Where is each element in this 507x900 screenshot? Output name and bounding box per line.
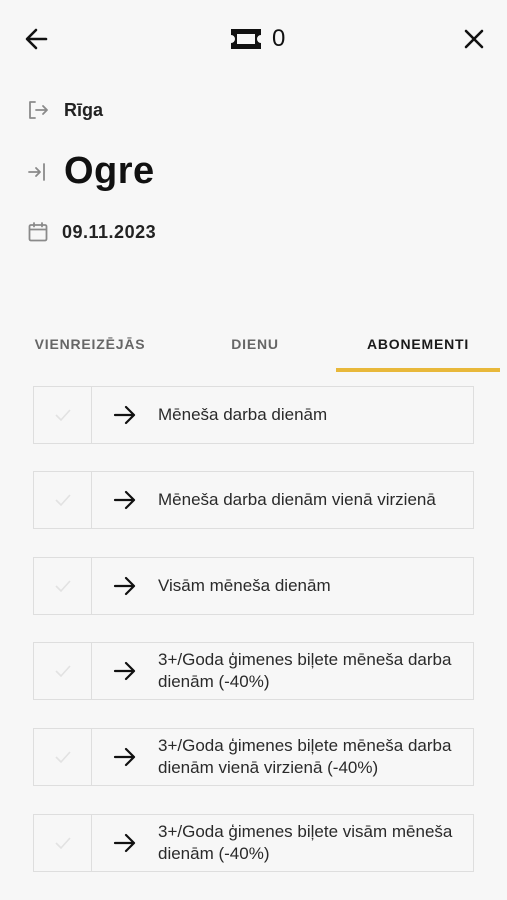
check-icon xyxy=(54,580,71,593)
arrow-right-icon xyxy=(113,661,136,681)
checkbox[interactable] xyxy=(34,815,92,871)
tab-day[interactable]: DIENU xyxy=(185,318,325,370)
arrow-right-icon xyxy=(113,833,136,853)
tab-single[interactable]: VIENREIZĒJĀS xyxy=(20,318,160,370)
ticket-type-tabs: VIENREIZĒJĀS DIENU ABONEMENTI xyxy=(0,318,507,374)
tab-subscriptions[interactable]: ABONEMENTI xyxy=(336,318,500,370)
list-item[interactable]: 3+/Goda ģimenes biļete visām mēneša dien… xyxy=(33,814,474,872)
arrival-icon xyxy=(26,160,50,184)
ticket-counter[interactable]: 0 xyxy=(228,24,285,54)
date-row: 09.11.2023 xyxy=(26,220,156,244)
ticket-icon xyxy=(231,29,261,49)
ticket-label: Mēneša darba dienām xyxy=(158,405,328,424)
ticket-label: 3+/Goda ģimenes biļete mēneša darba dien… xyxy=(158,736,452,777)
checkbox[interactable] xyxy=(34,387,92,443)
direction-arrow xyxy=(92,387,158,443)
arrow-right-icon xyxy=(113,747,136,767)
ticket-count: 0 xyxy=(272,25,286,52)
top-bar: 0 xyxy=(0,0,507,80)
close-button[interactable] xyxy=(459,24,489,54)
arrow-left-icon xyxy=(25,28,48,50)
check-icon xyxy=(54,837,71,850)
list-item[interactable]: Mēneša darba dienām xyxy=(33,386,474,444)
arrival-row: Ogre xyxy=(26,150,155,193)
direction-arrow xyxy=(92,815,158,871)
list-item[interactable]: Mēneša darba dienām vienā virzienā xyxy=(33,471,474,529)
ticket-label: Mēneša darba dienām vienā virzienā xyxy=(158,490,436,509)
checkbox[interactable] xyxy=(34,558,92,614)
direction-arrow xyxy=(92,472,158,528)
arrival-station: Ogre xyxy=(64,150,155,192)
direction-arrow xyxy=(92,729,158,785)
ticket-label: 3+/Goda ģimenes biļete mēneša darba dien… xyxy=(158,650,452,691)
ticket-label: 3+/Goda ģimenes biļete visām mēneša dien… xyxy=(158,822,453,863)
back-button[interactable] xyxy=(22,24,52,54)
checkbox[interactable] xyxy=(34,729,92,785)
check-icon xyxy=(54,409,71,422)
checkbox[interactable] xyxy=(34,472,92,528)
departure-station: Rīga xyxy=(64,99,104,120)
check-icon xyxy=(54,751,71,764)
list-item[interactable]: 3+/Goda ģimenes biļete mēneša darba dien… xyxy=(33,728,474,786)
active-tab-indicator xyxy=(336,368,500,372)
arrow-right-icon xyxy=(113,405,136,425)
direction-arrow xyxy=(92,643,158,699)
ticket-label: Visām mēneša dienām xyxy=(158,576,331,595)
checkbox[interactable] xyxy=(34,643,92,699)
close-icon xyxy=(464,29,484,49)
list-item[interactable]: Visām mēneša dienām xyxy=(33,557,474,615)
arrow-right-icon xyxy=(113,490,136,510)
arrow-right-icon xyxy=(113,576,136,596)
calendar-icon xyxy=(26,220,50,244)
list-item[interactable]: 3+/Goda ģimenes biļete mēneša darba dien… xyxy=(33,642,474,700)
departure-row: Rīga xyxy=(26,98,103,122)
departure-icon xyxy=(26,98,50,122)
travel-date: 09.11.2023 xyxy=(62,221,157,242)
check-icon xyxy=(54,494,71,507)
check-icon xyxy=(54,665,71,678)
direction-arrow xyxy=(92,558,158,614)
